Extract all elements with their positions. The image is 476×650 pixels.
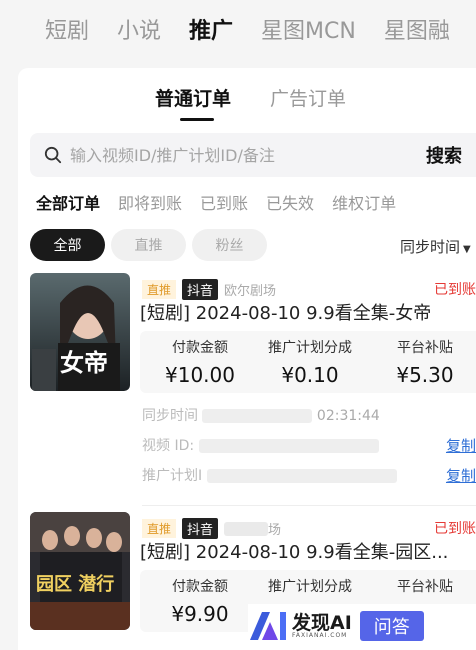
stat-label: 付款金额 [172, 340, 228, 356]
tab-xingtu-mcn[interactable]: 星图MCN [261, 13, 356, 45]
watermark-domain: FAXIANAI.COM [292, 631, 348, 639]
tag-platform: 抖音 [182, 279, 219, 300]
stat-label: 平台补贴 [397, 340, 453, 356]
sync-time-label: 同步时间 [142, 408, 198, 424]
divider [142, 505, 476, 506]
sync-time-value: 02:31:44 [316, 408, 380, 424]
order-card[interactable]: 女帝 直推 抖音 欧尔剧场 已到账 [短剧] 2024-08-10 9.9看全集… [18, 273, 476, 513]
order-title: [短剧] 2024-08-10 9.9看全集-女帝 [140, 303, 432, 324]
poster-image: 女帝 [30, 273, 130, 391]
caret-down-icon: ▼ [463, 244, 471, 255]
stat-label: 平台补贴 [397, 579, 453, 595]
status-tab-expired[interactable]: 已失效 [266, 190, 314, 214]
tab-normal-orders[interactable]: 普通订单 [155, 84, 231, 111]
drama-poster: 女帝 [30, 273, 130, 391]
tab-promotion[interactable]: 推广 [189, 13, 233, 45]
stat-subsidy: 平台补贴 ¥5.30 [380, 337, 470, 387]
qa-button[interactable]: 问答 [359, 611, 424, 641]
filter-pill-all[interactable]: 全部 [30, 229, 105, 261]
poster-title: 女帝 [60, 348, 108, 377]
order-source: 场 [268, 523, 282, 538]
order-status-tabs: 全部订单 即将到账 已到账 已失效 维权订单 [36, 190, 414, 214]
filter-pill-fans[interactable]: 粉丝 [192, 229, 267, 261]
drama-poster: 园区 潜行 [30, 512, 130, 630]
redacted-block [224, 521, 269, 536]
active-tab-indicator [180, 118, 214, 121]
search-icon [44, 146, 62, 164]
top-category-tabs: 短剧 小说 推广 星图MCN 星图融 [0, 0, 476, 58]
stat-payment: 付款金额 ¥10.00 [150, 337, 250, 387]
copy-video-id-button[interactable]: 复制 [446, 435, 476, 456]
poster-title: 园区 潜行 [36, 573, 114, 595]
tag-direct: 直推 [142, 280, 177, 299]
search-bar: 搜索 [30, 133, 476, 177]
status-tab-disputes[interactable]: 维权订单 [332, 190, 396, 214]
order-tags: 直推 抖音 场 [142, 518, 281, 539]
stat-commission: 推广计划分成 [260, 576, 360, 602]
redacted-block [206, 469, 397, 483]
tag-platform: 抖音 [182, 518, 219, 539]
search-input[interactable] [70, 145, 400, 165]
search-button[interactable]: 搜索 [426, 142, 462, 168]
redacted-block [202, 409, 313, 423]
stat-value: ¥10.00 [165, 363, 235, 387]
tab-novel[interactable]: 小说 [117, 13, 161, 45]
video-id-row: 视频 ID: [142, 435, 379, 455]
order-type-tabs: 普通订单 广告订单 [18, 68, 476, 124]
filter-pill-direct[interactable]: 直推 [111, 229, 186, 261]
sort-label: 同步时间 [400, 238, 461, 256]
plan-id-label: 推广计划I [142, 468, 203, 484]
status-tab-all[interactable]: 全部订单 [36, 190, 100, 214]
order-stats: 付款金额 ¥10.00 推广计划分成 ¥0.10 平台补贴 ¥5.30 [140, 331, 476, 393]
tab-ad-orders[interactable]: 广告订单 [270, 84, 346, 111]
status-tab-upcoming[interactable]: 即将到账 [118, 190, 182, 214]
stat-label: 推广计划分成 [268, 340, 352, 356]
status-badge: 已到账 [434, 521, 476, 537]
tab-short-drama[interactable]: 短剧 [45, 13, 89, 45]
order-title: [短剧] 2024-08-10 9.9看全集-园区... [140, 542, 449, 563]
watermark-text: 发现AI FAXIANAI.COM [292, 611, 352, 639]
plan-id-row: 推广计划I [142, 465, 397, 485]
tab-xingtu-more[interactable]: 星图融 [384, 13, 450, 45]
order-tags: 直推 抖音 欧尔剧场 [142, 279, 276, 300]
stat-value: ¥9.90 [171, 602, 229, 626]
orders-panel: 普通订单 广告订单 搜索 全部订单 即将到账 已到账 已失效 维权订单 全部 直… [18, 68, 476, 650]
filter-pills: 全部 直推 粉丝 [30, 229, 273, 261]
sync-time-row: 同步时间 02:31:44 [142, 405, 380, 425]
redacted-block [198, 439, 379, 453]
watermark-name: 发现AI [292, 611, 352, 634]
video-id-label: 视频 ID: [142, 438, 195, 454]
status-badge: 已到账 [434, 282, 476, 298]
stat-value: ¥5.30 [396, 363, 454, 387]
poster-image: 园区 潜行 [30, 512, 130, 630]
order-source: 欧尔剧场 [224, 284, 277, 299]
watermark-logo: 发现AI FAXIANAI.COM 问答 [248, 604, 476, 648]
ai-logo-icon [250, 612, 286, 640]
tag-direct: 直推 [142, 519, 177, 538]
stat-label: 推广计划分成 [268, 579, 352, 595]
stat-commission: 推广计划分成 ¥0.10 [260, 337, 360, 387]
sort-dropdown[interactable]: 同步时间 ▼ [400, 236, 471, 257]
stat-value: ¥0.10 [281, 363, 339, 387]
status-tab-received[interactable]: 已到账 [200, 190, 248, 214]
copy-plan-id-button[interactable]: 复制 [446, 465, 476, 486]
stat-subsidy: 平台补贴 [380, 576, 470, 602]
stat-label: 付款金额 [172, 579, 228, 595]
stat-payment: 付款金额 ¥9.90 [150, 576, 250, 626]
